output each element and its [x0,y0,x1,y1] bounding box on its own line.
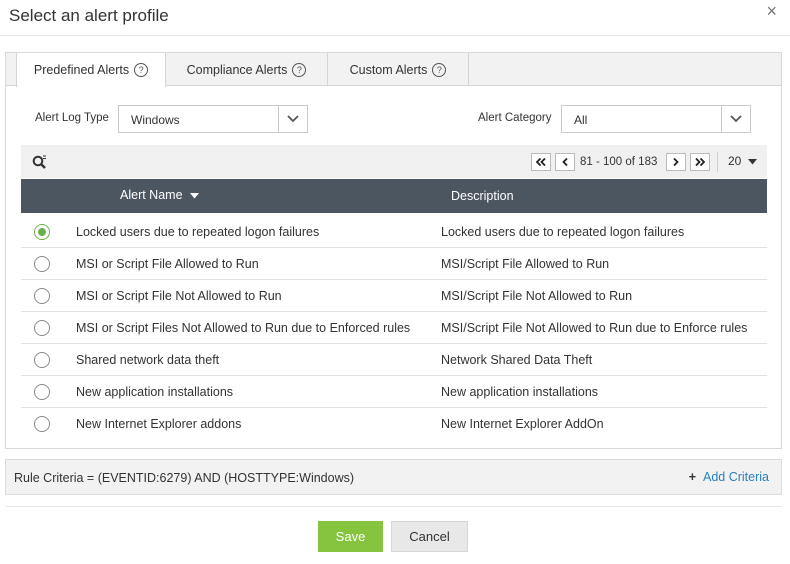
chevron-down-icon [278,106,307,132]
row-radio[interactable] [34,384,50,400]
table-row[interactable]: Locked users due to repeated logon failu… [21,216,767,248]
tab-label: Predefined Alerts [33,63,130,77]
table-row[interactable]: MSI or Script Files Not Allowed to Run d… [21,312,767,344]
last-page-button[interactable] [690,153,710,171]
alert-name-cell: MSI or Script File Allowed to Run [76,257,259,271]
row-radio[interactable] [34,256,50,272]
pagination-range: 81 - 100 of 183 [580,156,658,168]
row-radio[interactable] [34,224,50,240]
add-criteria-link[interactable]: + Add Criteria [689,470,769,484]
next-page-button[interactable] [666,153,686,171]
description-cell: Network Shared Data Theft [441,353,593,367]
double-chevron-left-icon [536,158,546,166]
tab-custom-alerts[interactable]: Custom Alerts ? [328,53,469,86]
alert-name-cell: New Internet Explorer addons [76,417,242,431]
alert-name-cell: Locked users due to repeated logon failu… [76,225,320,239]
description-cell: New Internet Explorer AddOn [441,417,604,431]
cancel-button[interactable]: Cancel [391,521,468,552]
dialog-title: Select an alert profile [9,6,169,25]
sort-down-icon [190,192,200,199]
close-icon[interactable]: × [766,2,777,20]
rule-criteria-bar: Rule Criteria = (EVENTID:6279) AND (HOST… [5,459,782,495]
tab-predefined-alerts[interactable]: Predefined Alerts ? [16,53,166,87]
alert-panel: Predefined Alerts ? Compliance Alerts ? … [5,52,782,449]
caret-down-icon [747,158,757,165]
chevron-down-icon [721,106,750,132]
column-label: Alert Name [120,188,183,202]
description-cell: MSI/Script File Not Allowed to Run [441,289,633,303]
alert-log-type-label: Alert Log Type [35,112,109,124]
footer-divider [5,506,782,507]
rule-criteria-text: Rule Criteria = (EVENTID:6279) AND (HOST… [14,471,355,485]
alert-category-label: Alert Category [478,112,552,124]
row-radio[interactable] [34,288,50,304]
pagination-divider [717,152,718,172]
page-size-select[interactable]: 20 [728,154,757,168]
chevron-left-icon [562,158,568,166]
tab-bar: Predefined Alerts ? Compliance Alerts ? … [6,53,781,87]
table-row[interactable]: New application installations New applic… [21,376,767,408]
help-icon[interactable]: ? [134,63,149,77]
dialog-header: Select an alert profile × [0,0,790,36]
page-size-value: 20 [728,154,742,168]
tab-compliance-alerts[interactable]: Compliance Alerts ? [166,53,328,86]
alert-name-cell: Shared network data theft [76,353,220,367]
add-criteria-label: Add Criteria [703,470,769,484]
save-button[interactable]: Save [318,521,383,552]
help-icon[interactable]: ? [292,62,307,77]
description-cell: MSI/Script File Not Allowed to Run due t… [441,321,748,335]
alert-name-cell: MSI or Script File Not Allowed to Run [76,289,282,303]
description-cell: MSI/Script File Allowed to Run [441,257,610,271]
help-icon[interactable]: ? [432,62,447,77]
row-radio[interactable] [34,320,50,336]
column-header-description: Description [451,189,514,203]
tab-label: Compliance Alerts [186,62,288,77]
alert-category-select[interactable]: All [561,105,751,133]
table-row[interactable]: New Internet Explorer addons New Interne… [21,408,767,440]
plus-icon: + [688,470,696,484]
tab-label: Custom Alerts [349,62,428,77]
row-radio[interactable] [34,352,50,368]
search-icon[interactable] [32,154,48,170]
table-header: Alert Name Description [21,179,767,213]
alert-name-cell: MSI or Script Files Not Allowed to Run d… [76,321,411,335]
table-row[interactable]: Shared network data theft Network Shared… [21,344,767,376]
description-cell: Locked users due to repeated logon failu… [441,225,685,239]
double-chevron-right-icon [695,158,705,166]
alert-log-type-value: Windows [131,113,180,127]
row-radio[interactable] [34,416,50,432]
table-row[interactable]: MSI or Script File Allowed to Run MSI/Sc… [21,248,767,280]
table-row[interactable]: MSI or Script File Not Allowed to Run MS… [21,280,767,312]
prev-page-button[interactable] [555,153,575,171]
alert-log-type-select[interactable]: Windows [118,105,308,133]
alert-category-value: All [574,113,588,127]
chevron-right-icon [673,158,679,166]
column-header-alert-name[interactable]: Alert Name [120,188,200,202]
alert-list: Locked users due to repeated logon failu… [21,216,767,440]
first-page-button[interactable] [531,153,551,171]
description-cell: New application installations [441,385,599,399]
alert-name-cell: New application installations [76,385,234,399]
table-toolbar: 81 - 100 of 183 20 [21,145,767,178]
